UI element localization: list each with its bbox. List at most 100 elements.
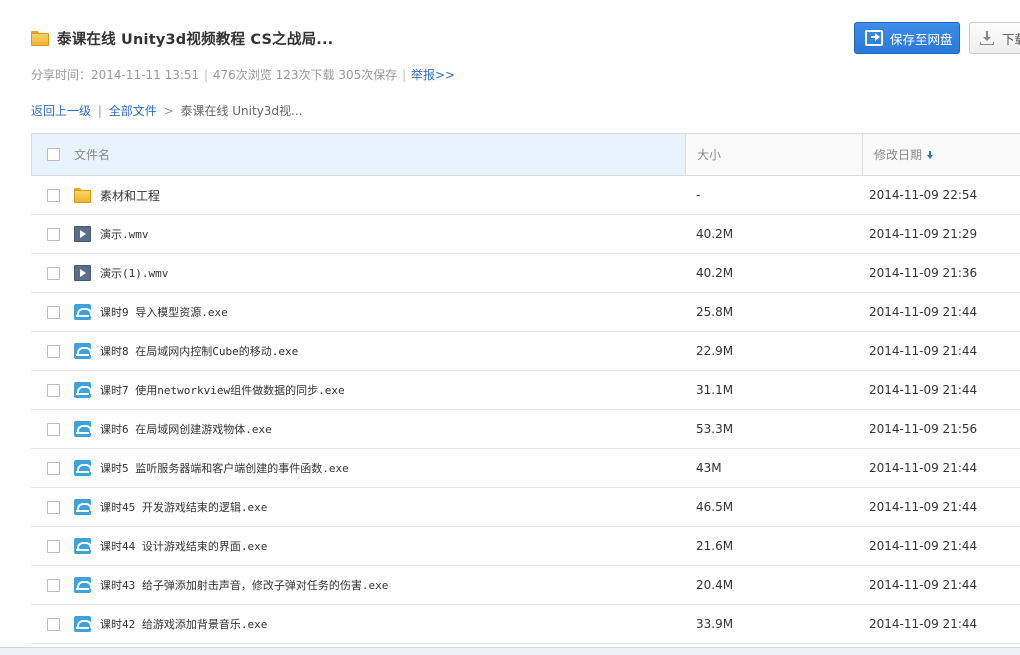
file-size: 31.1M xyxy=(696,383,734,397)
column-size[interactable]: 大小 xyxy=(686,134,863,175)
exe-file-icon xyxy=(74,538,92,554)
report-link[interactable]: 举报>> xyxy=(411,68,455,82)
row-checkbox[interactable] xyxy=(47,383,60,397)
sort-desc-icon[interactable] xyxy=(927,150,934,159)
table-row[interactable]: 课时44 设计游戏结束的界面.exe 21.6M 2014-11-09 21:4… xyxy=(31,527,1020,566)
file-date: 2014-11-09 21:36 xyxy=(869,266,978,280)
file-date: 2014-11-09 21:56 xyxy=(869,422,978,436)
table-row[interactable]: 素材和工程 - 2014-11-09 22:54 xyxy=(31,176,1020,215)
file-name[interactable]: 课时8 在局域网内控制Cube的移动.exe xyxy=(100,343,298,359)
exe-file-icon xyxy=(74,616,92,632)
column-name[interactable]: 文件名 xyxy=(32,134,686,175)
file-name[interactable]: 课时6 在局域网创建游戏物体.exe xyxy=(100,421,272,437)
file-size: 53.3M xyxy=(696,422,734,436)
all-files-link[interactable]: 全部文件 xyxy=(109,104,157,118)
exe-file-icon xyxy=(74,382,92,398)
file-name[interactable]: 课时7 使用networkview组件做数据的同步.exe xyxy=(100,382,345,398)
file-size: 22.9M xyxy=(696,344,734,358)
download-count: 123次下载 xyxy=(275,68,335,82)
share-time-label: 分享时间： xyxy=(31,68,92,82)
save-to-netdisk-button[interactable]: 保存至网盘 xyxy=(854,22,960,54)
share-time: 2014-11-11 13:51 xyxy=(91,68,200,82)
browser-status-bar xyxy=(0,647,1020,655)
row-checkbox[interactable] xyxy=(47,266,60,280)
exe-file-icon xyxy=(74,421,92,437)
column-date-label: 修改日期 xyxy=(874,148,923,162)
back-link[interactable]: 返回上一级 xyxy=(31,104,91,118)
table-row[interactable]: 课时8 在局域网内控制Cube的移动.exe 22.9M 2014-11-09 … xyxy=(31,332,1020,371)
row-checkbox[interactable] xyxy=(47,461,60,475)
row-checkbox[interactable] xyxy=(47,305,60,319)
video-file-icon xyxy=(74,265,91,281)
file-size: 20.4M xyxy=(696,578,734,592)
file-date: 2014-11-09 21:44 xyxy=(869,461,978,475)
file-name[interactable]: 课时45 开发游戏结束的逻辑.exe xyxy=(100,499,267,515)
table-row[interactable]: 课时42 给游戏添加背景音乐.exe 33.9M 2014-11-09 21:4… xyxy=(31,605,1020,644)
file-size: 43M xyxy=(696,461,722,475)
exe-file-icon xyxy=(74,343,92,359)
table-row[interactable]: 课时43 给子弹添加射击声音，修改子弹对任务的伤害.exe 20.4M 2014… xyxy=(31,566,1020,605)
row-checkbox[interactable] xyxy=(47,578,60,592)
column-size-label: 大小 xyxy=(697,148,722,162)
row-checkbox[interactable] xyxy=(47,617,60,631)
file-date: 2014-11-09 21:29 xyxy=(869,227,978,241)
row-checkbox[interactable] xyxy=(47,422,60,436)
file-name[interactable]: 课时5 监听服务器端和客户端创建的事件函数.exe xyxy=(100,460,349,476)
file-date: 2014-11-09 21:44 xyxy=(869,344,978,358)
file-size: 25.8M xyxy=(696,305,734,319)
file-name[interactable]: 课时43 给子弹添加射击声音，修改子弹对任务的伤害.exe xyxy=(100,577,388,593)
file-date: 2014-11-09 21:44 xyxy=(869,305,978,319)
file-size: 46.5M xyxy=(696,500,734,514)
save-button-label: 保存至网盘 xyxy=(890,31,953,47)
breadcrumb-current: 泰课在线 Unity3d视... xyxy=(180,104,303,118)
file-size: 40.2M xyxy=(696,227,734,241)
column-name-label: 文件名 xyxy=(74,148,111,162)
file-name[interactable]: 演示.wmv xyxy=(100,226,149,242)
select-all-checkbox[interactable] xyxy=(47,148,60,161)
row-checkbox[interactable] xyxy=(47,500,60,514)
exe-file-icon xyxy=(74,304,92,320)
folder-icon xyxy=(31,30,49,46)
save-count: 305次保存 xyxy=(338,68,398,82)
table-row[interactable]: 课时7 使用networkview组件做数据的同步.exe 31.1M 2014… xyxy=(31,371,1020,410)
file-date: 2014-11-09 21:44 xyxy=(869,500,978,514)
row-checkbox[interactable] xyxy=(47,227,60,241)
download-icon xyxy=(980,31,994,45)
exe-file-icon xyxy=(74,460,92,476)
table-header: 文件名 大小 修改日期 xyxy=(31,133,1020,176)
file-name[interactable]: 课时44 设计游戏结束的界面.exe xyxy=(100,538,267,554)
file-date: 2014-11-09 21:44 xyxy=(869,539,978,553)
file-name[interactable]: 演示(1).wmv xyxy=(100,265,168,281)
save-icon xyxy=(865,30,883,46)
table-row[interactable]: 课时5 监听服务器端和客户端创建的事件函数.exe 43M 2014-11-09… xyxy=(31,449,1020,488)
table-row[interactable]: 演示(1).wmv 40.2M 2014-11-09 21:36 xyxy=(31,254,1020,293)
file-date: 2014-11-09 22:54 xyxy=(869,188,978,202)
file-name[interactable]: 课时42 给游戏添加背景音乐.exe xyxy=(100,616,267,632)
download-button[interactable]: 下载 xyxy=(969,22,1020,54)
file-name[interactable]: 素材和工程 xyxy=(100,187,160,204)
row-checkbox[interactable] xyxy=(47,188,60,202)
row-checkbox[interactable] xyxy=(47,344,60,358)
view-count: 476次浏览 xyxy=(212,68,272,82)
column-date[interactable]: 修改日期 xyxy=(863,134,1020,175)
title-row: 泰课在线 Unity3d视频教程 CS之战局... xyxy=(31,26,333,50)
table-row[interactable]: 课时45 开发游戏结束的逻辑.exe 46.5M 2014-11-09 21:4… xyxy=(31,488,1020,527)
exe-file-icon xyxy=(74,577,92,593)
file-size: - xyxy=(696,188,701,202)
table-row[interactable]: 课时6 在局域网创建游戏物体.exe 53.3M 2014-11-09 21:5… xyxy=(31,410,1020,449)
file-date: 2014-11-09 21:44 xyxy=(869,383,978,397)
exe-file-icon xyxy=(74,499,92,515)
share-meta: 分享时间：2014-11-11 13:51 | 476次浏览 123次下载 30… xyxy=(31,68,456,82)
row-checkbox[interactable] xyxy=(47,539,60,553)
file-size: 33.9M xyxy=(696,617,734,631)
table-row[interactable]: 演示.wmv 40.2M 2014-11-09 21:29 xyxy=(31,215,1020,254)
download-button-label: 下载 xyxy=(1002,31,1020,47)
file-date: 2014-11-09 21:44 xyxy=(869,578,978,592)
file-size: 40.2M xyxy=(696,266,734,280)
file-name[interactable]: 课时9 导入模型资源.exe xyxy=(100,304,228,320)
breadcrumb: 返回上一级 | 全部文件 > 泰课在线 Unity3d视... xyxy=(31,104,303,118)
table-row[interactable]: 课时9 导入模型资源.exe 25.8M 2014-11-09 21:44 xyxy=(31,293,1020,332)
folder-icon xyxy=(74,187,91,203)
file-size: 21.6M xyxy=(696,539,734,553)
file-date: 2014-11-09 21:44 xyxy=(869,617,978,631)
